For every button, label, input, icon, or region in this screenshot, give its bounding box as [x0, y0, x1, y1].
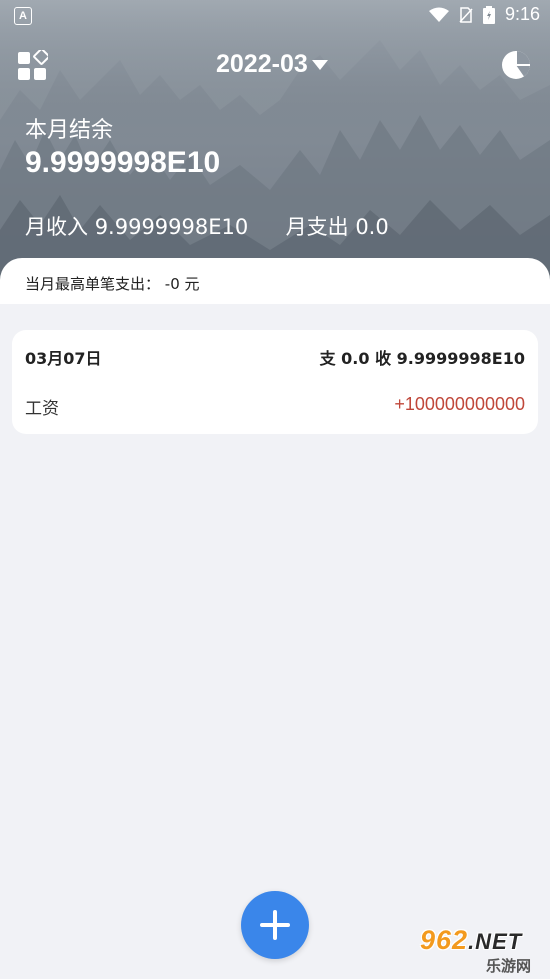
day-card: 03月07日 支 0.0 收 9.9999998E10 工资 +10000000…	[12, 330, 538, 434]
expense-value: 0.0	[355, 215, 389, 239]
watermark-logo: 962.NET	[420, 925, 522, 956]
add-record-button[interactable]	[241, 891, 309, 959]
month-label[interactable]: 2022-03	[216, 50, 308, 79]
max-expense-bar: 当月最高单笔支出： -0 元	[0, 258, 550, 304]
income-label: 月收入	[25, 215, 88, 239]
status-bar: A 9:16	[0, 0, 550, 32]
day-date: 03月07日	[25, 349, 102, 368]
header-banner: A 9:16 2022-03 本月结余 9.9999998E10 月收入 9.9…	[0, 0, 550, 300]
watermark-subtitle: 乐游网	[486, 957, 532, 975]
expense-label: 月支出	[285, 215, 349, 239]
clock: 9:16	[504, 4, 540, 24]
transaction-row[interactable]: 工资 +100000000000	[12, 382, 538, 430]
watermark-brand: 962	[420, 925, 469, 955]
apps-grid-icon[interactable]	[16, 50, 48, 82]
transaction-category: 工资	[25, 399, 59, 419]
transaction-amount: +100000000000	[394, 394, 525, 414]
battery-icon	[482, 5, 495, 24]
max-expense-label: 当月最高单笔支出：	[25, 275, 161, 293]
month-summary: 月收入 9.9999998E10 月支出 0.0	[25, 211, 389, 241]
no-sim-icon	[459, 6, 473, 23]
income-value: 9.9999998E10	[94, 215, 249, 239]
day-totals: 支 0.0 收 9.9999998E10	[319, 349, 525, 368]
site-watermark: 962.NET 乐游网	[416, 925, 546, 977]
max-expense-value: -0 元	[164, 275, 200, 293]
caret-down-icon[interactable]	[311, 59, 328, 70]
notification-badge: A	[14, 7, 32, 25]
wifi-icon	[428, 7, 449, 22]
watermark-domain: .NET	[468, 929, 523, 954]
month-selector[interactable]: 2022-03	[216, 50, 328, 79]
pie-chart-icon[interactable]	[500, 49, 532, 81]
balance-label: 本月结余	[25, 118, 114, 143]
max-expense-text: 当月最高单笔支出： -0 元	[25, 273, 200, 294]
balance-value: 9.9999998E10	[25, 146, 221, 179]
